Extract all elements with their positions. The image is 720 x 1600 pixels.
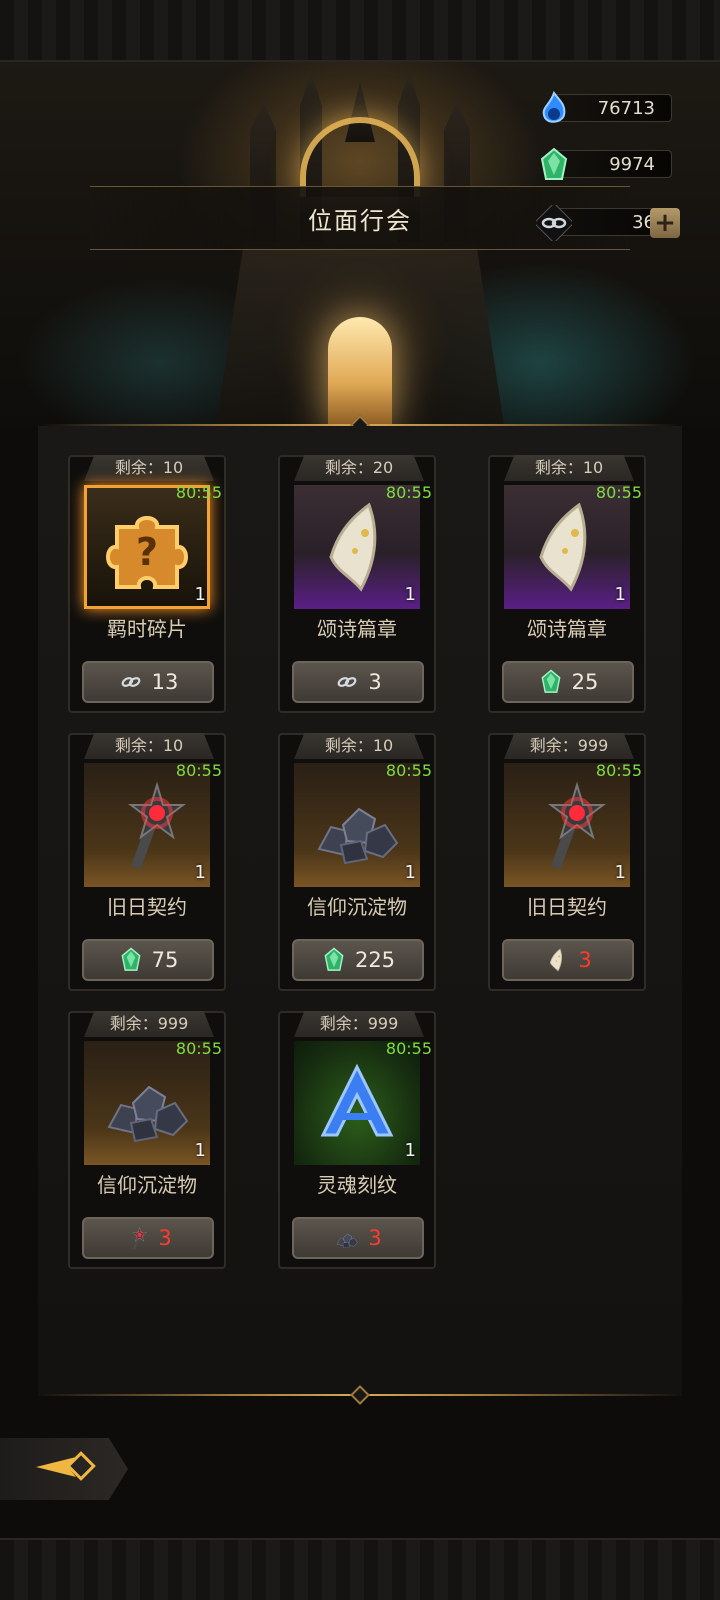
- chain-link-icon: [118, 669, 144, 695]
- shop-item-card[interactable]: 剩余：20 1 80:55 颂诗篇章 3: [278, 455, 436, 713]
- price-value: 75: [151, 948, 179, 972]
- add-currency-button[interactable]: +: [650, 208, 680, 238]
- item-thumbnail[interactable]: 1: [294, 763, 420, 887]
- refresh-timer: 80:55: [385, 1039, 432, 1058]
- shop-item-card[interactable]: 剩余：10 ? 1 80:55 羁时碎片 13: [68, 455, 226, 713]
- ore-pile-icon: [307, 775, 407, 879]
- item-thumbnail[interactable]: 1: [294, 485, 420, 609]
- price-value: 13: [151, 670, 179, 694]
- price-value: 225: [354, 948, 396, 972]
- shop-item-card[interactable]: 剩余：10 1 80:55 旧日契约 75: [68, 733, 226, 991]
- price-value: 3: [368, 1226, 382, 1250]
- chain-link-icon: [535, 204, 573, 242]
- item-quantity: 1: [404, 584, 416, 605]
- item-name: 颂诗篇章: [317, 617, 397, 641]
- buy-price-button[interactable]: 3: [502, 939, 634, 981]
- green-crystal-icon: [321, 947, 347, 973]
- top-ornament-border: [0, 0, 720, 62]
- item-name: 信仰沉淀物: [97, 1173, 197, 1197]
- item-thumbnail[interactable]: 1: [294, 1041, 420, 1165]
- currency-green-crystal: 9974: [540, 147, 672, 180]
- page-title: 位面行会: [308, 206, 412, 235]
- green-crystal-icon: [118, 947, 144, 973]
- buy-price-button[interactable]: 225: [292, 939, 424, 981]
- shop-item-card[interactable]: 剩余：999 1 80:55 灵魂刻纹 3: [278, 1011, 436, 1269]
- soul-rune-icon: [307, 1053, 407, 1157]
- spiked-mace-icon: [517, 775, 617, 879]
- shop-item-card[interactable]: 剩余：999 1 80:55 旧日契约 3: [488, 733, 646, 991]
- stock-remaining: 剩余：10: [84, 455, 214, 481]
- scroll-page-icon: [544, 947, 570, 973]
- item-thumbnail[interactable]: 1: [84, 763, 210, 887]
- price-value: 3: [158, 1226, 172, 1250]
- buy-price-button[interactable]: 75: [82, 939, 214, 981]
- glowing-portal-gate: [328, 317, 392, 427]
- item-quantity: 1: [194, 862, 206, 883]
- buy-price-button[interactable]: 3: [82, 1217, 214, 1259]
- green-crystal-icon: [538, 669, 564, 695]
- stock-remaining: 剩余：999: [84, 1011, 214, 1037]
- price-value: 3: [578, 948, 592, 972]
- refresh-timer: 80:55: [385, 761, 432, 780]
- refresh-timer: 80:55: [175, 761, 222, 780]
- stock-remaining: 剩余：999: [294, 1011, 424, 1037]
- bottom-ornament-border: [0, 1538, 720, 1600]
- item-name: 灵魂刻纹: [317, 1173, 397, 1197]
- ore-pile-icon: [334, 1225, 360, 1251]
- currency-soul-flame: 76713: [542, 91, 672, 123]
- svg-text:?: ?: [136, 530, 158, 574]
- spiked-mace-icon: [97, 775, 197, 879]
- refresh-timer: 80:55: [175, 1039, 222, 1058]
- back-arrow-icon: [32, 1449, 96, 1489]
- buy-price-button[interactable]: 13: [82, 661, 214, 703]
- ore-pile-icon: [97, 1053, 197, 1157]
- refresh-timer: 80:55: [595, 483, 642, 502]
- item-name: 羁时碎片: [107, 617, 187, 641]
- chain-link-icon: [334, 669, 360, 695]
- puzzle-piece-icon: ?: [97, 497, 197, 601]
- scroll-page-icon: [517, 497, 617, 601]
- scroll-page-icon: [307, 497, 407, 601]
- price-value: 25: [571, 670, 599, 694]
- item-thumbnail[interactable]: 1: [504, 763, 630, 887]
- stock-remaining: 剩余：20: [294, 455, 424, 481]
- stock-remaining: 剩余：999: [504, 733, 634, 759]
- item-quantity: 1: [404, 1140, 416, 1161]
- item-quantity: 1: [404, 862, 416, 883]
- refresh-timer: 80:55: [385, 483, 432, 502]
- item-name: 信仰沉淀物: [307, 895, 407, 919]
- item-thumbnail[interactable]: ? 1: [84, 485, 210, 609]
- blue-soul-flame-icon: [535, 90, 573, 128]
- buy-price-button[interactable]: 3: [292, 1217, 424, 1259]
- item-name: 旧日契约: [107, 895, 187, 919]
- buy-price-button[interactable]: 25: [502, 661, 634, 703]
- item-thumbnail[interactable]: 1: [84, 1041, 210, 1165]
- item-quantity: 1: [194, 1140, 206, 1161]
- item-name: 旧日契约: [527, 895, 607, 919]
- green-crystal-icon: [535, 146, 573, 184]
- item-name: 颂诗篇章: [527, 617, 607, 641]
- shop-item-card[interactable]: 剩余：999 1 80:55 信仰沉淀物 3: [68, 1011, 226, 1269]
- shop-item-card[interactable]: 剩余：10 1 80:55 信仰沉淀物 225: [278, 733, 436, 991]
- refresh-timer: 80:55: [595, 761, 642, 780]
- shop-item-card[interactable]: 剩余：10 1 80:55 颂诗篇章 25: [488, 455, 646, 713]
- refresh-timer: 80:55: [175, 483, 222, 502]
- item-thumbnail[interactable]: 1: [504, 485, 630, 609]
- stock-remaining: 剩余：10: [84, 733, 214, 759]
- back-button[interactable]: [0, 1438, 128, 1500]
- item-quantity: 1: [194, 584, 206, 605]
- spiked-mace-icon: [124, 1225, 150, 1251]
- stock-remaining: 剩余：10: [504, 455, 634, 481]
- stock-remaining: 剩余：10: [294, 733, 424, 759]
- buy-price-button[interactable]: 3: [292, 661, 424, 703]
- item-quantity: 1: [614, 862, 626, 883]
- item-quantity: 1: [614, 584, 626, 605]
- price-value: 3: [368, 670, 382, 694]
